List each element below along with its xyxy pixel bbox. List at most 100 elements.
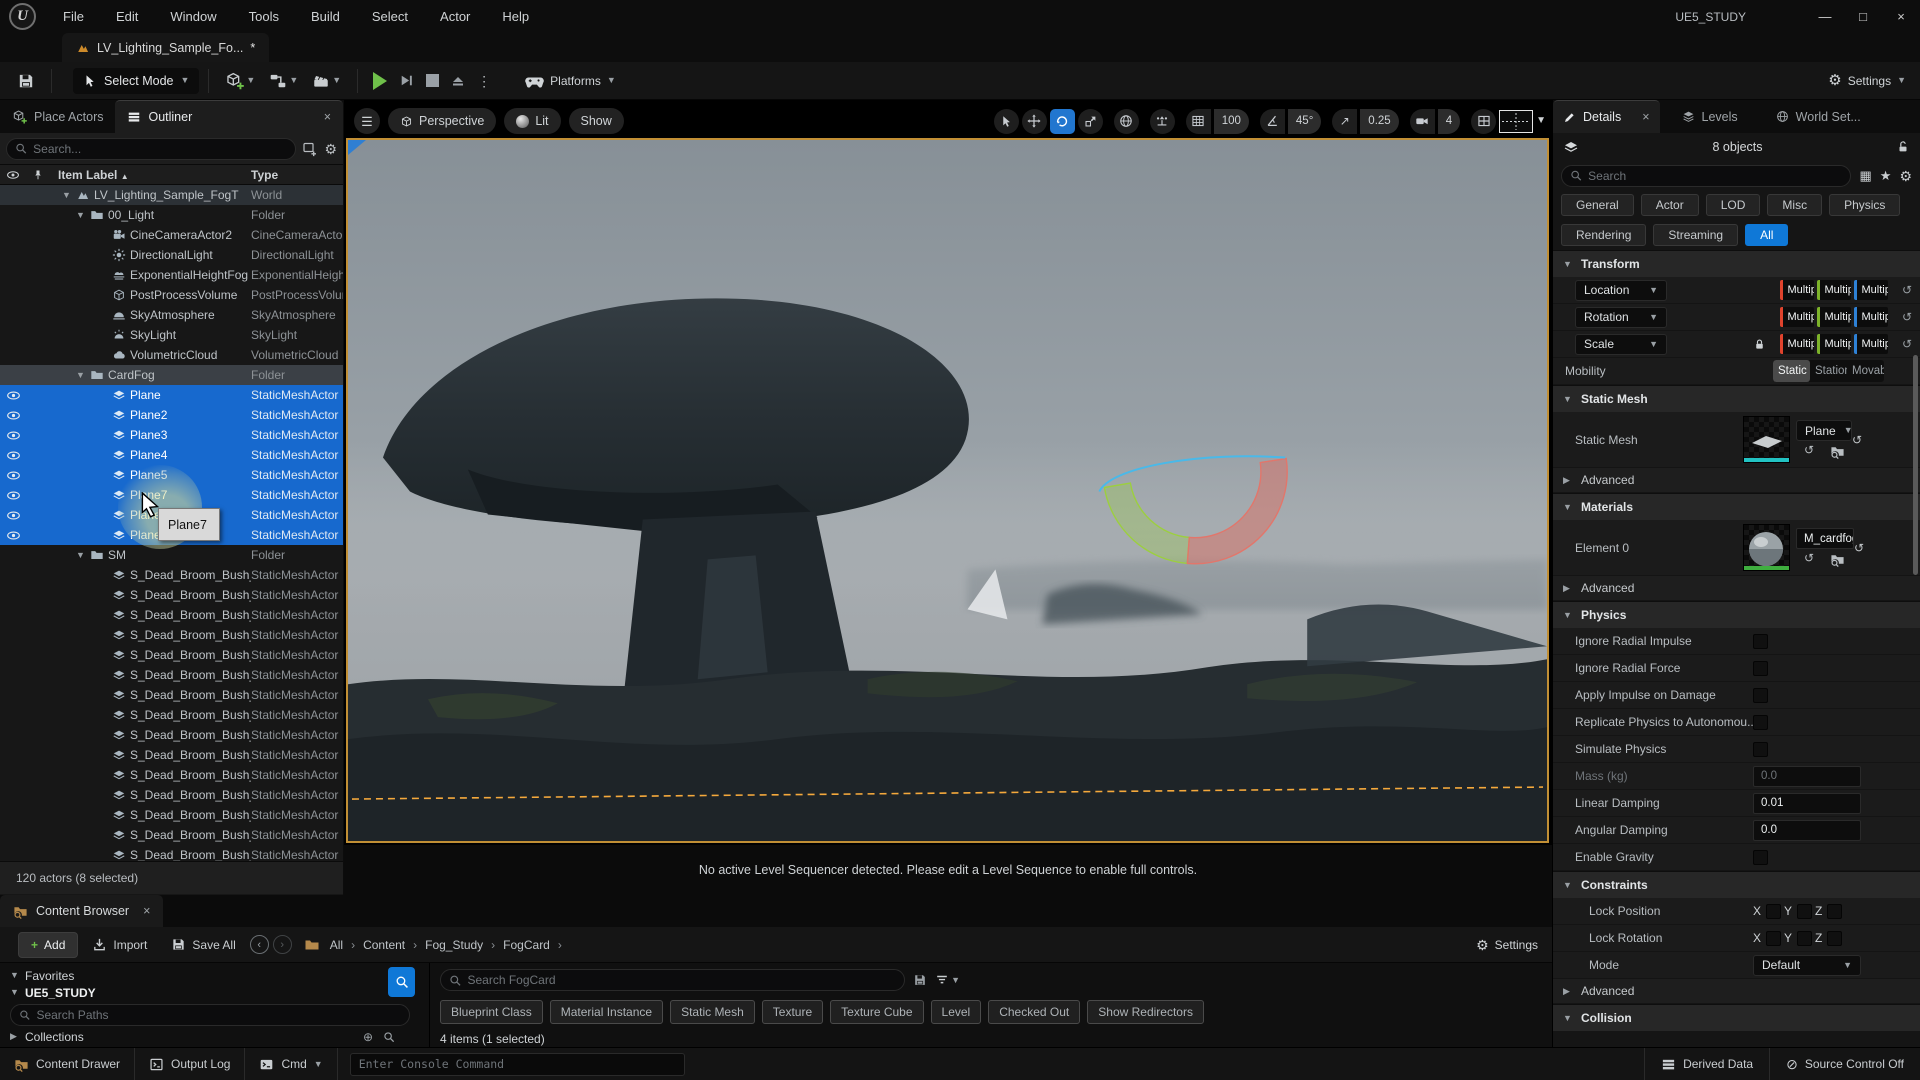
value-field[interactable]: 0.0 — [1753, 766, 1861, 787]
outliner-row[interactable]: ▼ SkyAtmosphere SkyAtmosphere — [0, 305, 343, 325]
view-mode-dropdown[interactable]: Lit — [504, 108, 560, 134]
rotate-tool-button[interactable] — [1050, 109, 1075, 134]
outliner-row[interactable]: ▼ S_Dead_Broom_Bush_ StaticMeshActor — [0, 825, 343, 845]
reset-icon[interactable]: ↺ — [1852, 434, 1862, 446]
unreal-logo-icon[interactable]: U — [9, 3, 36, 30]
content-drawer-button[interactable]: Content Drawer — [0, 1048, 135, 1080]
mobility-option[interactable]: Stationary — [1810, 360, 1847, 382]
visibility-column-header[interactable] — [0, 168, 26, 182]
rotation-snap-value[interactable]: 45° — [1288, 109, 1321, 134]
outliner-row[interactable]: ▼ 00_Light Folder — [0, 205, 343, 225]
console-command-field[interactable] — [350, 1053, 685, 1076]
breadcrumb-item[interactable]: Fog_Study — [425, 938, 483, 952]
checkbox[interactable] — [1753, 688, 1768, 703]
tab-place-actors[interactable]: Place Actors — [0, 100, 115, 133]
save-all-button[interactable]: Save All — [161, 937, 245, 952]
outliner-row[interactable]: ▼ LV_Lighting_Sample_FogT World — [0, 185, 343, 205]
filter-chip[interactable]: Show Redirectors — [1087, 1000, 1204, 1024]
checkbox[interactable] — [1753, 715, 1768, 730]
eject-button[interactable] — [445, 68, 471, 94]
outliner-row[interactable]: ▼ CineCameraActor2 CineCameraActor — [0, 225, 343, 245]
tab-details[interactable]: Details × — [1553, 100, 1660, 133]
breadcrumb-item[interactable]: FogCard — [503, 938, 550, 952]
mobility-option[interactable]: Static — [1773, 360, 1810, 382]
z-value-field[interactable]: Multiple Values — [1854, 334, 1888, 354]
value-field[interactable]: 0.01 — [1753, 793, 1861, 814]
favorites-item[interactable]: ▼ Favorites — [0, 967, 429, 984]
project-root-item[interactable]: ▼ UE5_STUDY — [0, 984, 429, 1001]
source-control-button[interactable]: ⊘ Source Control Off — [1769, 1048, 1920, 1080]
menu-item[interactable]: Tools — [236, 5, 292, 28]
viewport-render[interactable] — [346, 138, 1549, 843]
static-mesh-asset-dropdown[interactable]: Plane▼ — [1796, 420, 1852, 441]
close-tab-icon[interactable]: × — [143, 904, 150, 918]
show-flags-dropdown[interactable]: Show — [569, 108, 624, 134]
material-asset-field[interactable]: M_cardfog — [1796, 528, 1854, 549]
y-value-field[interactable]: Multiple Values — [1817, 334, 1851, 354]
scale-tool-button[interactable] — [1078, 109, 1103, 134]
checkbox[interactable] — [1753, 850, 1768, 865]
type-column-header[interactable]: Type — [251, 168, 343, 182]
search-paths-input[interactable] — [36, 1008, 401, 1022]
filter-chip[interactable]: Blueprint Class — [440, 1000, 543, 1024]
outliner-row[interactable]: ▼ CardFog Folder — [0, 365, 343, 385]
surface-snap-button[interactable] — [1150, 109, 1175, 134]
select-mode-dropdown[interactable]: Select Mode ▼ — [73, 68, 199, 94]
details-search-input[interactable] — [1588, 169, 1842, 183]
menu-item[interactable]: Edit — [103, 5, 151, 28]
mode-dropdown[interactable]: Default▼ — [1753, 955, 1861, 976]
lock-icon[interactable] — [1753, 338, 1766, 351]
filter-chip[interactable]: Checked Out — [988, 1000, 1080, 1024]
camera-speed-value[interactable]: 4 — [1438, 109, 1460, 134]
expander-icon[interactable]: ▼ — [76, 551, 86, 560]
world-local-toggle-button[interactable] — [1114, 109, 1139, 134]
forward-button[interactable]: › — [273, 935, 292, 954]
menu-item[interactable]: File — [50, 5, 97, 28]
menu-item[interactable]: Actor — [427, 5, 483, 28]
filter-button[interactable]: Streaming — [1653, 224, 1738, 246]
eye-icon[interactable] — [6, 488, 21, 503]
outliner-row[interactable]: ▼ Plane StaticMeshActor — [0, 385, 343, 405]
filter-button[interactable]: Physics — [1829, 194, 1900, 216]
favorites-star-icon[interactable]: ★ — [1880, 169, 1892, 182]
eye-icon[interactable] — [6, 388, 21, 403]
select-tool-button[interactable] — [994, 109, 1019, 134]
filter-chip[interactable]: Texture — [762, 1000, 823, 1024]
x-value-field[interactable]: Multiple Values — [1780, 280, 1814, 300]
filter-chip[interactable]: Material Instance — [550, 1000, 663, 1024]
tab-world-settings[interactable]: World Set... — [1766, 100, 1871, 133]
editor-settings-dropdown[interactable]: ⚙ Settings ▼ — [1828, 73, 1906, 88]
use-selected-icon[interactable]: ↺ — [1804, 444, 1814, 459]
browse-to-asset-icon[interactable] — [1830, 552, 1845, 567]
outliner-row[interactable]: ▼ S_Dead_Broom_Bush_ StaticMeshActor — [0, 685, 343, 705]
tab-outliner[interactable]: Outliner × — [115, 100, 343, 133]
menu-item[interactable]: Select — [359, 5, 421, 28]
outliner-settings-gear-icon[interactable]: ⚙ — [324, 142, 337, 156]
save-button[interactable] — [10, 72, 42, 90]
level-viewport[interactable]: ☰ Perspective Lit Show 100 — [344, 100, 1552, 895]
stop-button[interactable] — [419, 68, 445, 94]
pin-column-header[interactable] — [26, 169, 50, 181]
physics-advanced-toggle[interactable]: ▶ Advanced — [1553, 979, 1920, 1004]
axis-checkbox[interactable] — [1797, 931, 1812, 946]
camera-speed-button[interactable] — [1410, 109, 1435, 134]
frame-skip-button[interactable] — [393, 68, 419, 94]
maximize-viewport-button[interactable] — [1471, 109, 1496, 134]
asset-search-input[interactable] — [467, 973, 896, 987]
sources-search-toggle-button[interactable] — [388, 967, 415, 997]
outliner-row[interactable]: ▼ S_Dead_Broom_Bush_ StaticMeshActor — [0, 845, 343, 861]
mobility-option[interactable]: Movable — [1847, 360, 1884, 382]
breadcrumb-item[interactable]: All — [330, 938, 343, 952]
eye-icon[interactable] — [6, 448, 21, 463]
static-mesh-advanced-toggle[interactable]: ▶ Advanced — [1553, 468, 1920, 493]
details-search[interactable] — [1561, 165, 1851, 187]
outliner-row[interactable]: ▼ S_Dead_Broom_Bush_ StaticMeshActor — [0, 585, 343, 605]
static-mesh-thumbnail[interactable] — [1743, 416, 1790, 463]
outliner-row[interactable]: ▼ S_Dead_Broom_Bush_ StaticMeshActor — [0, 705, 343, 725]
filter-button[interactable]: Misc — [1767, 194, 1822, 216]
viewport-layout-preview[interactable] — [1499, 110, 1533, 133]
grid-snap-toggle[interactable] — [1186, 109, 1211, 134]
details-scrollbar[interactable] — [1913, 355, 1918, 575]
display-options-icon[interactable]: ▦ — [1859, 169, 1871, 182]
close-tab-icon[interactable]: × — [324, 110, 331, 124]
